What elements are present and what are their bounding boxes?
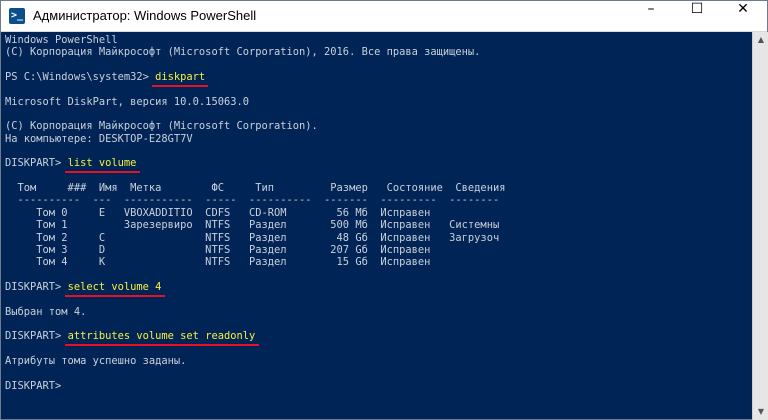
title-bar[interactable]: >_ Администратор: Windows PowerShell – ☐…	[1, 1, 767, 32]
console-line-text: Microsoft DiskPart, версия 10.0.15063.0	[5, 95, 249, 108]
powershell-icon[interactable]: >_	[9, 8, 25, 24]
console-line: (C) Корпорация Майкрософт (Microsoft Cor…	[5, 120, 505, 132]
console-line-text: Том 2 C NTFS Раздел 48 Gб Исправен Загру…	[5, 231, 500, 244]
vertical-scrollbar[interactable]: ▲ ▼	[752, 32, 768, 420]
console-line: Том 4 K NTFS Раздел 15 Gб Исправен	[5, 256, 505, 268]
console-line: На компьютере: DESKTOP-E28GT7V	[5, 133, 505, 145]
console-area[interactable]: Windows PowerShell (C) Корпорация Майкрос…	[3, 33, 751, 419]
console-line: Том 2 C NTFS Раздел 48 Gб Исправен Загру…	[5, 232, 505, 244]
console-line-text: Windows PowerShell	[5, 34, 118, 46]
console-line: Microsoft DiskPart, версия 10.0.15063.0	[5, 96, 505, 108]
console-line-text: DISKPART>	[5, 330, 68, 343]
typed-command: attributes volume set readonly	[67, 330, 256, 343]
scrollbar-thumb[interactable]	[756, 48, 766, 404]
console-line-text: Выбран том 4.	[5, 305, 87, 318]
console-line: Windows PowerShell	[5, 34, 505, 46]
close-button[interactable]: ✕	[720, 1, 766, 31]
console-line: Том 0 E VBOXADDITIO CDFS CD-ROM 56 Мб Ис…	[5, 207, 505, 219]
typed-command: select volume 4	[67, 280, 162, 293]
console-line: DISKPART> attributes volume set readonly	[5, 330, 505, 347]
console-line-text: (C) Корпорация Майкрософт (Microsoft Cor…	[5, 120, 318, 133]
maximize-button[interactable]: ☐	[674, 1, 720, 31]
console-line: Том 3 D NTFS Раздел 207 Gб Исправен	[5, 244, 505, 256]
console-line: Том ### Имя Метка ФС Тип Размер Состояни…	[5, 182, 506, 195]
console-line-text: На компьютере: DESKTOP-E28GT7V	[5, 132, 193, 145]
typed-command: diskpart	[155, 71, 206, 84]
console-line-text: Том ### Имя Метка ФС Тип Размер Состояни…	[5, 182, 506, 195]
console-line-text: Том 1 Зарезервиро NTFS Раздел 500 Мб Исп…	[5, 219, 500, 232]
minimize-button[interactable]: –	[628, 1, 674, 31]
console-line: Том 1 Зарезервиро NTFS Раздел 500 Мб Исп…	[5, 219, 505, 231]
console-line: (C) Корпорация Майкрософт (Microsoft Cor…	[5, 46, 505, 58]
console-line: Выбран том 4.	[5, 306, 505, 318]
console-line: DISKPART>	[5, 380, 505, 392]
scroll-down-icon[interactable]: ▼	[753, 404, 768, 420]
console-line-text: Том 3 D NTFS Раздел 207 Gб Исправен	[5, 243, 431, 256]
console-line-text: DISKPART>	[5, 280, 68, 293]
console-line-text: Атрибуты тома успешно заданы.	[5, 354, 187, 367]
console-line-text: Том 4 K NTFS Раздел 15 Gб Исправен	[5, 256, 431, 269]
powershell-window: >_ Администратор: Windows PowerShell – ☐…	[0, 0, 768, 420]
console-line-text: ---------- --- ----------- ----- -------…	[5, 194, 500, 207]
scroll-up-icon[interactable]: ▲	[753, 32, 768, 48]
console-line: Атрибуты тома успешно заданы.	[5, 355, 505, 367]
console-line-text: Том 0 E VBOXADDITIO CDFS CD-ROM 56 Мб Ис…	[5, 206, 431, 219]
console-line: ---------- --- ----------- ----- -------…	[5, 194, 505, 206]
console-output: Windows PowerShell (C) Корпорация Майкрос…	[5, 34, 505, 392]
console-line: PS C:\Windows\system32> diskpart	[5, 71, 505, 88]
console-line-text: DISKPART>	[5, 157, 68, 170]
console-line: DISKPART> list volume	[5, 157, 505, 174]
window-title: Администратор: Windows PowerShell	[33, 8, 257, 23]
console-line-text: (C) Корпорация Майкрософт (Microsoft Cor…	[5, 46, 481, 59]
console-line-text: DISKPART>	[5, 379, 68, 392]
console-line-text: PS C:\Windows\system32>	[5, 71, 156, 84]
console-line: DISKPART> select volume 4	[5, 280, 505, 297]
typed-command: list volume	[67, 157, 137, 170]
